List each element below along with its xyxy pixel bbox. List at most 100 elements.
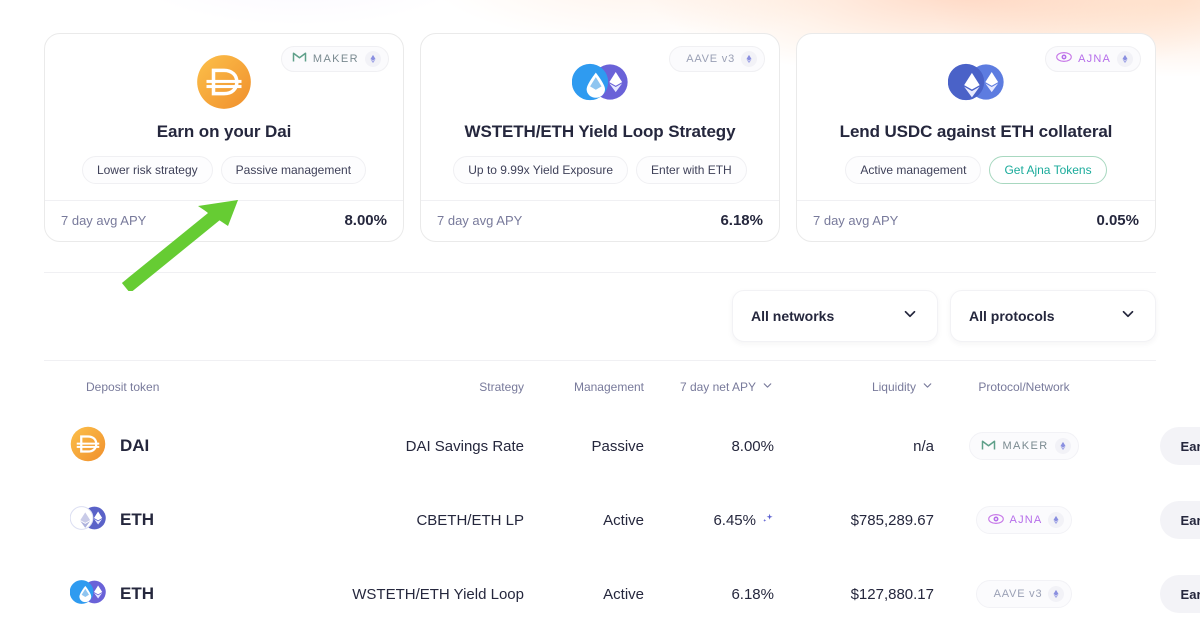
token-symbol: ETH [120, 584, 154, 604]
networks-filter[interactable]: All networks [732, 290, 938, 343]
featured-strategy-cards: MAKER Earn on your Dai Lower risk strategy… [44, 0, 1156, 243]
cell-action: Earn [1114, 483, 1200, 557]
cell-management: Passive [591, 437, 644, 455]
cell-liquidity: n/a [913, 437, 934, 455]
earn-page: MAKER Earn on your Dai Lower risk strategy… [0, 0, 1200, 618]
ethereum-icon [1117, 51, 1133, 67]
column-label: 7 day net APY [679, 380, 756, 395]
cell-protocol-network: MAKER [934, 409, 1114, 483]
chevron-down-icon [1119, 305, 1137, 328]
ethereum-icon [365, 51, 381, 67]
strategy-pill: Enter with ETH [636, 156, 747, 185]
card-apy-footer: 7 day avg APY 8.00% [45, 200, 403, 241]
card-pill-row: Active management Get Ajna Tokens [845, 156, 1107, 185]
strategy-pill-cta[interactable]: Get Ajna Tokens [989, 156, 1107, 185]
table-row[interactable]: ETH WSTETH/ETH Yield Loop Active 6.18% $127,… [44, 557, 1200, 618]
strategy-pill: Up to 9.99x Yield Exposure [453, 156, 629, 185]
cell-deposit-token: ETH [44, 557, 324, 618]
card-pill-row: Up to 9.99x Yield Exposure Enter with ETH [453, 156, 747, 185]
column-label: Protocol/Network [978, 380, 1070, 395]
cell-protocol-network: AJNA [934, 483, 1114, 557]
cell-strategy: CBETH/ETH LP [416, 511, 524, 529]
cell-liquidity: $785,289.67 [850, 511, 934, 529]
protocol-name: AJNA [1078, 53, 1111, 65]
cell-management: Active [603, 585, 644, 603]
table-header-deposit_token: Deposit token [44, 361, 324, 409]
wsteth-eth-pair-icon [572, 54, 628, 110]
column-label: Strategy [479, 380, 524, 395]
card-title: WSTETH/ETH Yield Loop Strategy [464, 122, 736, 141]
cell-strategy: WSTETH/ETH Yield Loop [352, 585, 524, 603]
sort-chevron-down-icon[interactable] [761, 379, 774, 395]
card-protocol-badge-wrapper: MAKER [280, 46, 389, 72]
dai-token-icon [70, 426, 106, 466]
filter-selected-value: All protocols [969, 308, 1055, 325]
token-symbol: ETH [120, 510, 154, 530]
table-row[interactable]: ETH CBETH/ETH LP Active 6.45% $785,289.67 AJN… [44, 483, 1200, 557]
cell-liquidity: $127,880.17 [850, 585, 934, 603]
table-row[interactable]: DAI DAI Savings Rate Passive 8.00% n/a MAKER E… [44, 409, 1200, 483]
protocol-badge: MAKER [280, 46, 389, 72]
protocol-badge: AAVE v3 [669, 46, 765, 72]
strategy-pill: Passive management [220, 156, 367, 185]
ajna-logo-icon [1056, 50, 1072, 68]
table-header-strategy: Strategy [324, 361, 524, 409]
earn-button[interactable]: Earn [1160, 575, 1200, 614]
card-pill-row: Lower risk strategy Passive management [81, 156, 367, 185]
earn-button[interactable]: Earn [1160, 427, 1200, 466]
ethereum-icon [1048, 586, 1065, 603]
featured-strategy-card[interactable]: MAKER Earn on your Dai Lower risk strategy… [44, 33, 404, 243]
ajna-logo-icon [987, 512, 1004, 529]
column-label: Management [573, 380, 644, 395]
table-header-protocol_network: Protocol/Network [934, 361, 1114, 409]
cell-action: Earn [1114, 409, 1200, 483]
featured-strategy-card[interactable]: AAVE v3 WSTETH/ETH Yield Loop Strategy Up … [420, 33, 780, 243]
earn-button[interactable]: Earn [1160, 501, 1200, 540]
card-protocol-badge-wrapper: AJNA [1045, 46, 1141, 72]
card-protocol-badge-wrapper: AAVE v3 [669, 46, 765, 72]
protocol-badge: AAVE v3 [975, 580, 1073, 609]
net-apy-value: 6.45% [713, 511, 756, 529]
card-apy-label: 7 day avg APY [813, 213, 899, 229]
protocol-badge: AJNA [975, 506, 1073, 535]
token-symbol: DAI [120, 436, 150, 456]
table-header-management: Management [524, 361, 644, 409]
filter-selected-value: All networks [751, 308, 835, 325]
card-apy-value: 6.18% [720, 212, 763, 230]
maker-logo-icon [292, 50, 307, 68]
dai-token-icon [196, 54, 252, 110]
card-apy-value: 8.00% [344, 212, 387, 230]
net-apy-value: 6.18% [731, 585, 774, 603]
chevron-down-icon [901, 305, 919, 328]
cell-net-apy: 6.45% [644, 483, 774, 557]
protocols-filter[interactable]: All protocols [950, 290, 1156, 343]
featured-strategy-card[interactable]: AJNA Lend USDC against ETH collateral Acti… [796, 33, 1156, 243]
protocol-badge: AJNA [1045, 46, 1141, 72]
protocol-name: AAVE v3 [686, 53, 735, 65]
cell-net-apy: 8.00% [644, 409, 774, 483]
card-apy-footer: 7 day avg APY 0.05% [797, 200, 1155, 241]
strategy-pill: Active management [845, 156, 982, 185]
table-header-action [1114, 361, 1200, 409]
sort-chevron-down-icon[interactable] [921, 379, 934, 395]
protocol-name: AAVE v3 [993, 588, 1043, 601]
earn-strategies-table: Deposit token Strategy Management 7 day net… [44, 361, 1200, 618]
ethereum-icon [741, 51, 757, 67]
protocol-name: MAKER [312, 53, 359, 65]
cell-protocol-network: AAVE v3 [934, 557, 1114, 618]
cell-deposit-token: DAI [44, 409, 324, 483]
protocol-name: AJNA [1009, 514, 1043, 527]
card-title: Lend USDC against ETH collateral [839, 122, 1113, 141]
filter-bar: All networks All protocols [44, 273, 1156, 343]
wsteth-eth-pair-icon [69, 574, 106, 614]
cell-action: Earn [1114, 557, 1200, 618]
earn-strategies-table-wrapper: Deposit token Strategy Management 7 day net… [44, 360, 1200, 618]
table-header-net_apy[interactable]: 7 day net APY [644, 361, 774, 409]
protocol-badge: MAKER [969, 432, 1079, 461]
card-apy-label: 7 day avg APY [437, 213, 523, 229]
table-header-liquidity[interactable]: Liquidity [774, 361, 934, 409]
cell-strategy: DAI Savings Rate [405, 437, 524, 455]
eth-usdc-pair-icon [948, 54, 1004, 110]
card-apy-footer: 7 day avg APY 6.18% [421, 200, 779, 241]
protocol-name: MAKER [1002, 440, 1049, 453]
